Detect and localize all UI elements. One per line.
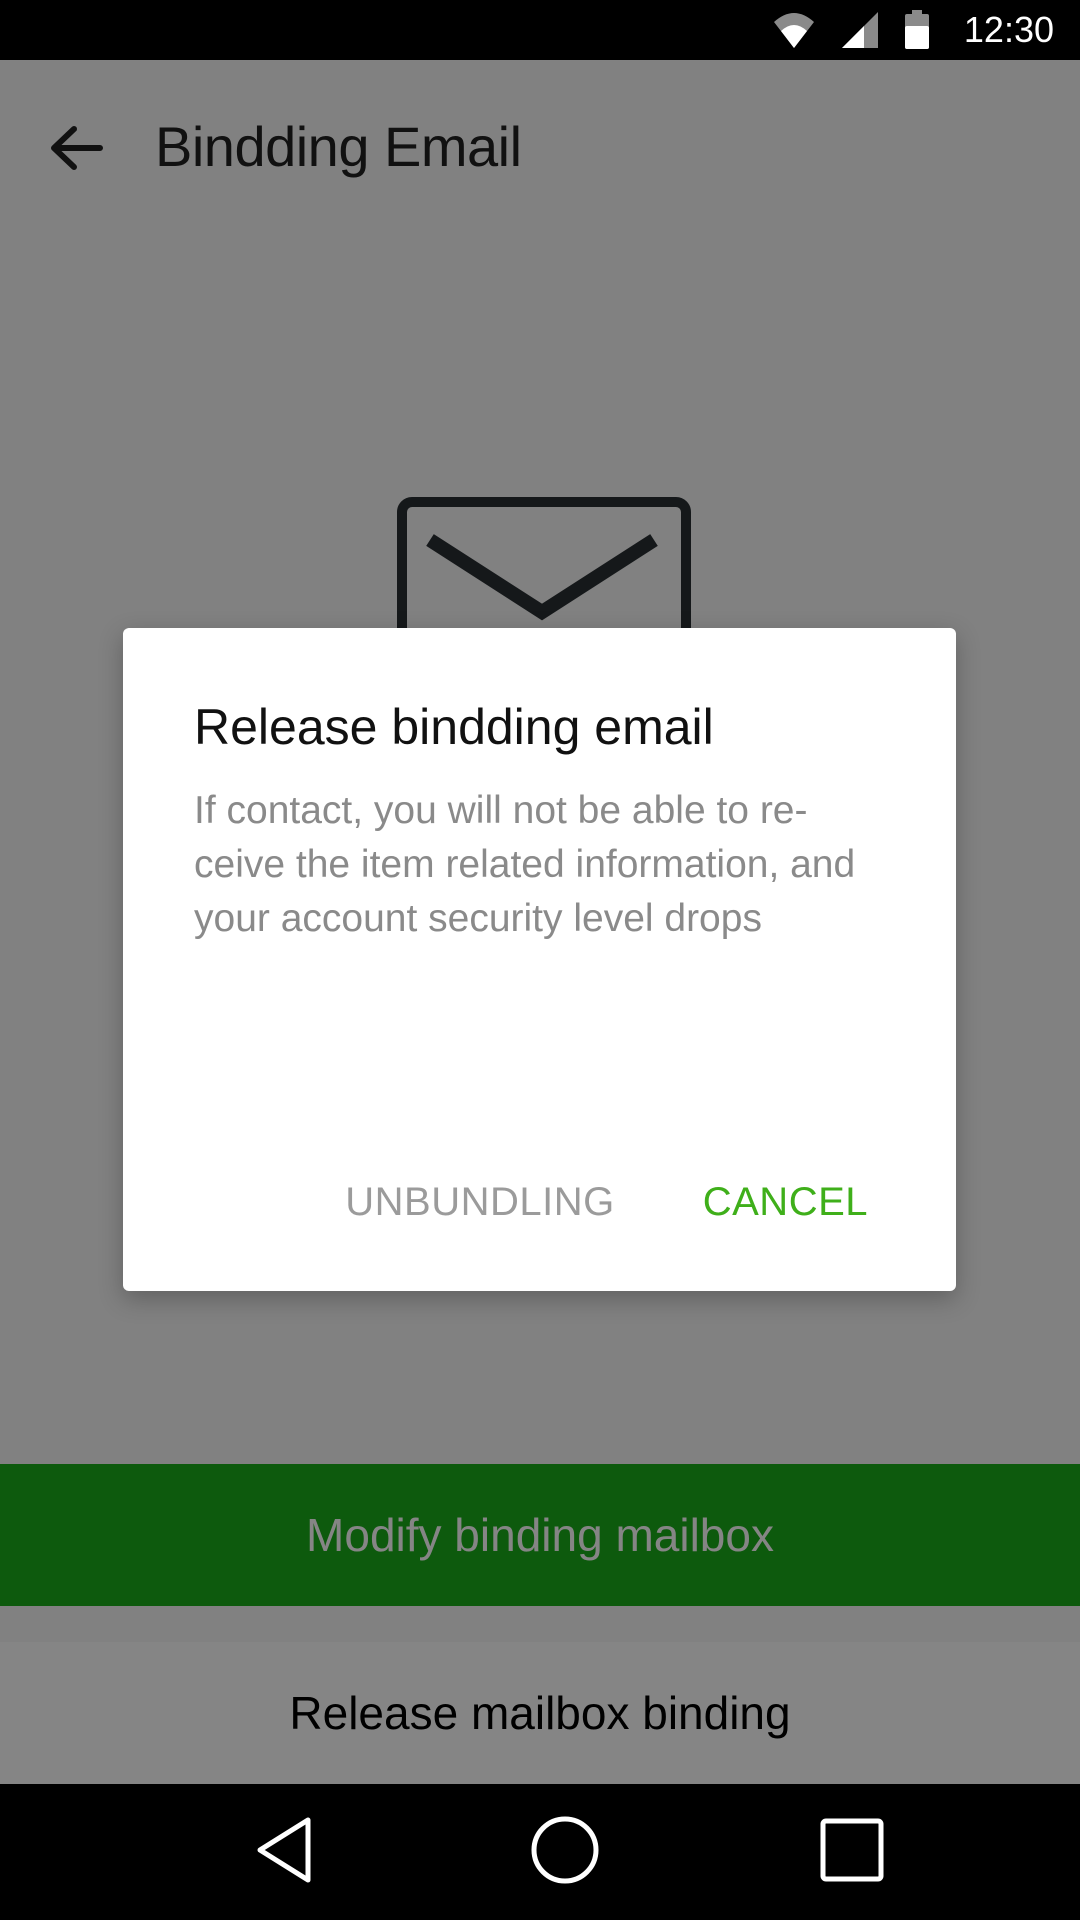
status-bar: 12:30 [0,0,1080,60]
wifi-icon [772,10,816,50]
nav-back-button[interactable] [244,1812,324,1892]
status-time: 12:30 [963,9,1054,50]
dialog-actions: UNBUNDLING CANCEL [345,1180,868,1225]
cell-signal-icon [840,10,880,50]
battery-icon [904,10,930,50]
dialog-message: If contact, you will not be able to re-c… [194,789,856,940]
dialog-title: Release bindding email [194,699,714,755]
cancel-button[interactable]: CANCEL [703,1180,868,1225]
nav-recents-icon [819,1817,885,1888]
release-dialog: Release bindding email If contact, you w… [123,628,956,1291]
nav-recents-button[interactable] [812,1812,892,1892]
unbundling-button[interactable]: UNBUNDLING [345,1180,614,1225]
nav-back-icon [252,1814,316,1891]
nav-home-icon [529,1814,601,1891]
screen: 12:30 Bindding Email Modify binding mail… [0,0,1080,1920]
status-icons: 12:30 [772,0,1054,60]
navigation-bar [0,1784,1080,1920]
nav-home-button[interactable] [525,1812,605,1892]
